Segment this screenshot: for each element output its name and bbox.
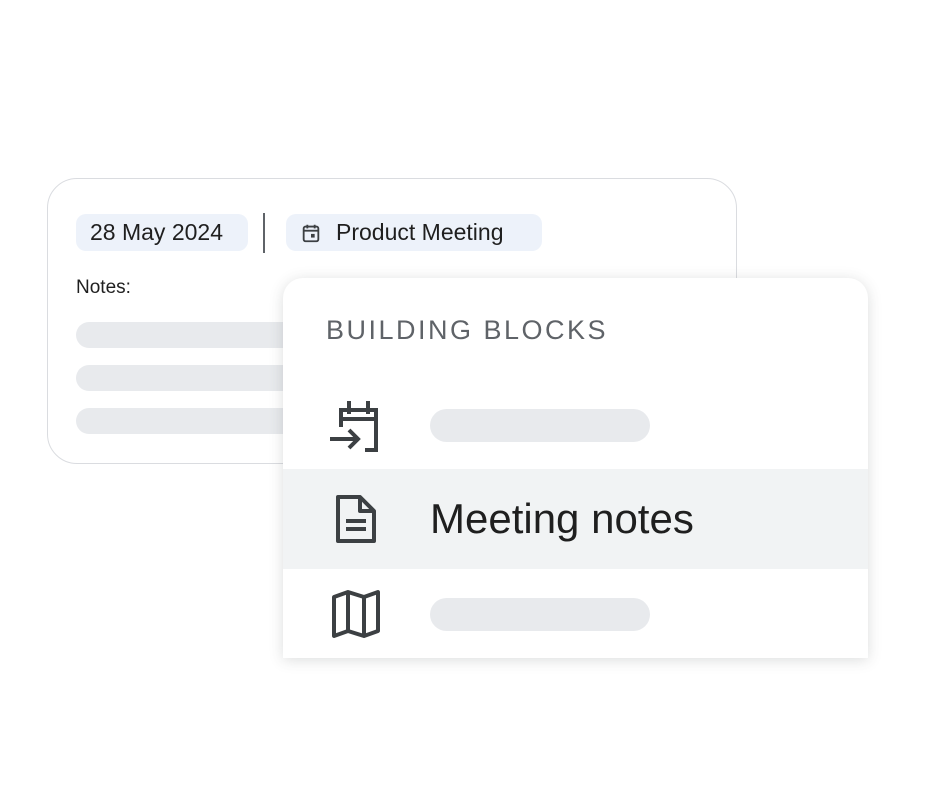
menu-item-meeting-notes[interactable]: Meeting notes [283,469,868,569]
menu-item-calendar-event[interactable] [283,375,868,475]
building-blocks-menu: BUILDING BLOCKS Meeting notes [283,278,868,658]
chip-divider [263,213,265,253]
document-icon [336,495,376,543]
event-chip-label: Product Meeting [336,219,504,245]
menu-heading: BUILDING BLOCKS [326,315,609,345]
menu-item-placeholder [430,597,650,631]
menu-item-label: Meeting notes [430,495,694,542]
event-chip[interactable]: Product Meeting [286,214,542,251]
map-icon [332,590,380,638]
menu-item-placeholder [430,408,650,442]
notes-label: Notes: [76,277,131,298]
date-chip[interactable]: 28 May 2024 [76,214,248,251]
calendar-import-icon [330,401,378,452]
menu-item-map[interactable] [283,564,868,658]
calendar-event-icon [302,224,320,242]
date-chip-label: 28 May 2024 [90,219,223,245]
